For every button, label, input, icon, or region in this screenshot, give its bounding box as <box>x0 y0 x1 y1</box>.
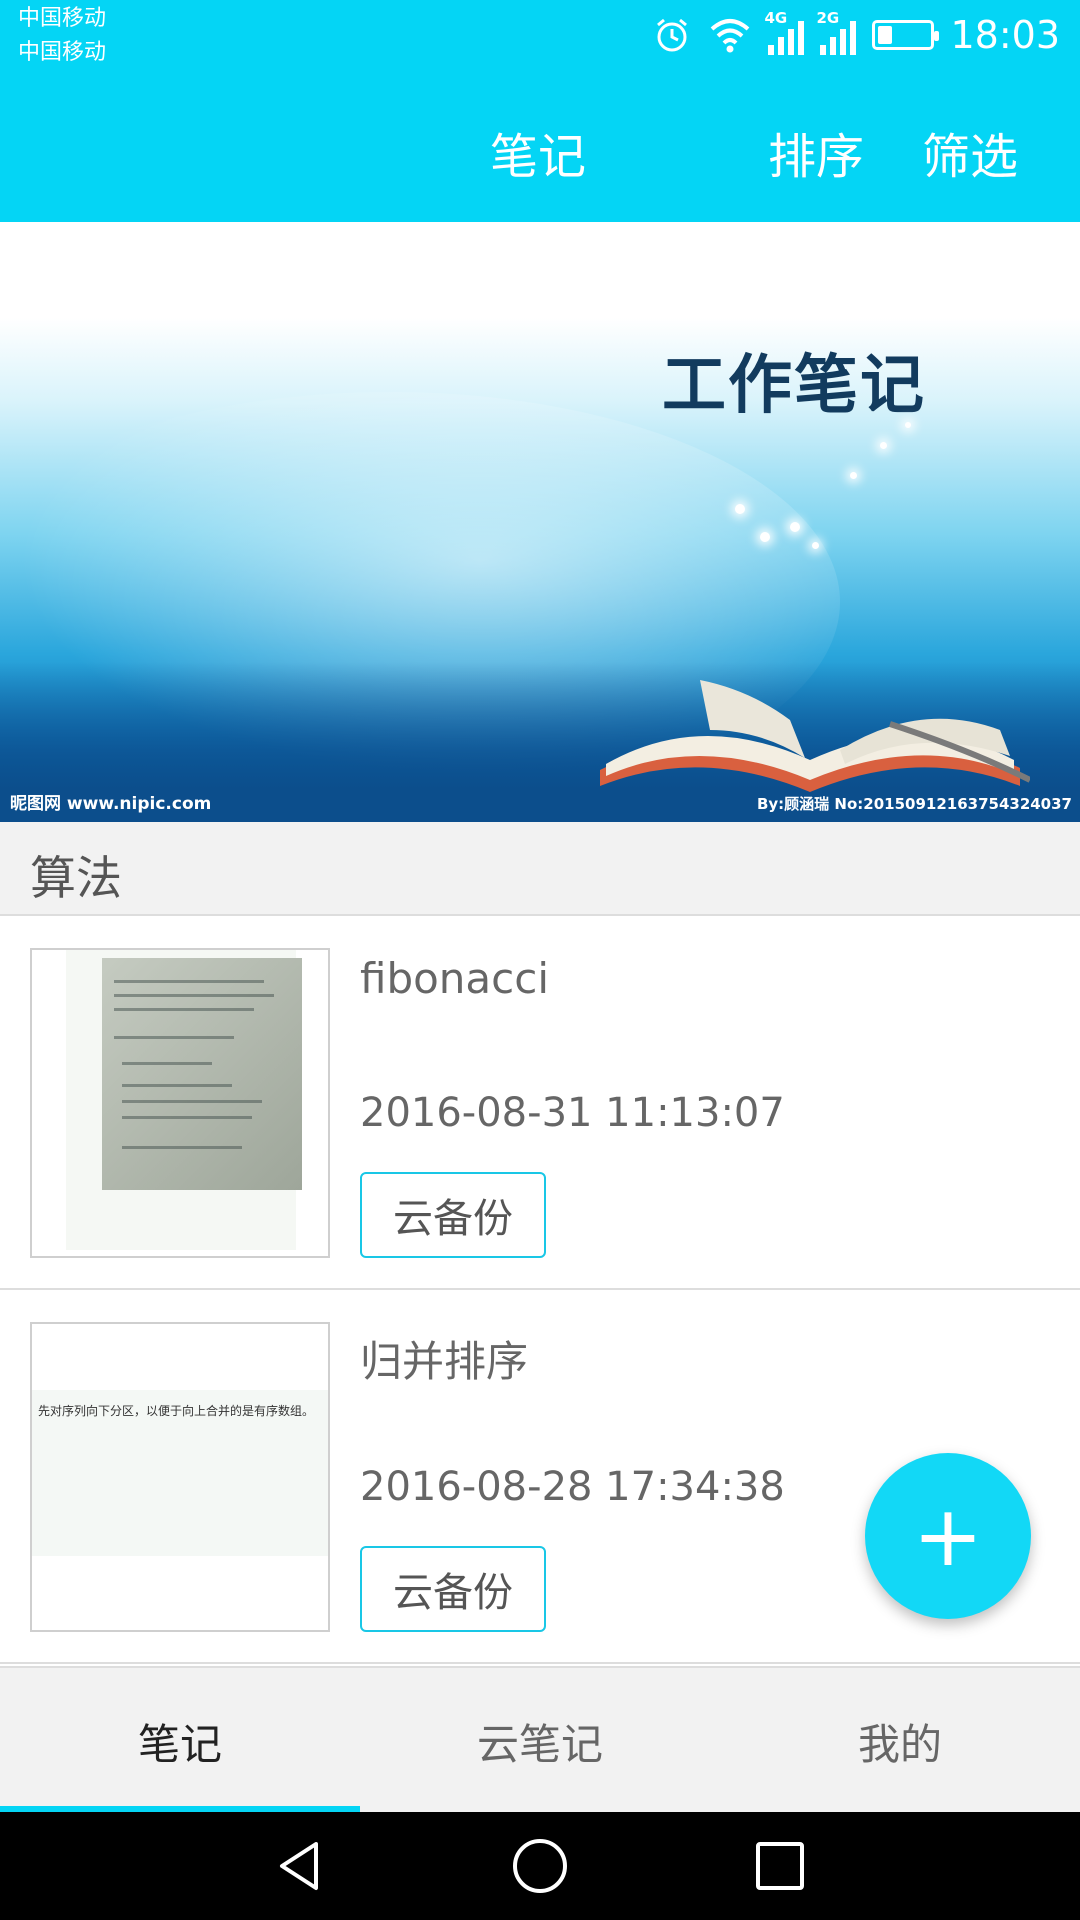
note-date: 2016-08-28 17:34:38 <box>360 1464 785 1510</box>
tab-cloud-notes[interactable]: 云笔记 <box>360 1668 720 1814</box>
note-thumbnail <box>30 948 330 1258</box>
alarm-icon <box>657 18 688 52</box>
home-icon[interactable] <box>510 1836 570 1896</box>
banner-watermark-left: 昵图网 www.nipic.com <box>10 794 212 814</box>
app-bar: 笔记 排序 筛选 <box>0 75 1080 222</box>
carrier-1: 中国移动 <box>18 6 107 31</box>
bottom-tab-bar: 笔记 云笔记 我的 <box>0 1666 1080 1812</box>
page-title: 笔记 <box>490 129 587 185</box>
network-type-1: 4G <box>764 9 788 27</box>
note-thumbnail: 先对序列向下分区，以便于向上合并的是有序数组。 <box>30 1322 330 1632</box>
sort-button[interactable]: 排序 <box>768 117 864 187</box>
note-date: 2016-08-31 11:13:07 <box>360 1090 785 1136</box>
cloud-backup-button[interactable]: 云备份 <box>360 1546 546 1632</box>
list-item[interactable]: fibonacci 2016-08-31 11:13:07 云备份 <box>0 918 1080 1290</box>
wifi-icon <box>711 19 750 53</box>
battery-icon <box>872 20 940 50</box>
thumbnail-text: 先对序列向下分区，以便于向上合并的是有序数组。 <box>38 1404 315 1418</box>
book-illustration <box>600 680 1030 792</box>
category-header: 算法 <box>0 822 1080 916</box>
recent-apps-icon[interactable] <box>750 1836 810 1896</box>
clock: 18:03 <box>950 13 1060 57</box>
system-nav-bar <box>0 1812 1080 1920</box>
banner-image: 工作笔记 昵图网 www.nipic.com By:顾涵瑞 No:2015091… <box>0 222 1080 822</box>
cloud-backup-button[interactable]: 云备份 <box>360 1172 546 1258</box>
status-icons: 4G 2G 18:03 <box>652 9 1060 60</box>
carrier-2: 中国移动 <box>18 40 107 65</box>
banner-title: 工作笔记 <box>662 349 926 423</box>
note-title: 归并排序 <box>360 1337 529 1386</box>
category-label: 算法 <box>30 851 122 905</box>
signal-4g-icon: 4G <box>764 9 805 55</box>
back-icon[interactable] <box>270 1836 330 1896</box>
banner-watermark-right: By:顾涵瑞 No:20150912163754324037 <box>756 795 1072 813</box>
tab-mine[interactable]: 我的 <box>720 1668 1080 1814</box>
network-type-2: 2G <box>816 9 840 27</box>
note-title: fibonacci <box>360 954 550 1003</box>
filter-button[interactable]: 筛选 <box>922 117 1018 187</box>
add-note-button[interactable]: + <box>865 1453 1031 1619</box>
signal-2g-icon: 2G <box>816 9 857 55</box>
status-bar: 中国移动 中国移动 4G 2G 18:03 <box>0 0 1080 75</box>
tab-notes[interactable]: 笔记 <box>0 1668 360 1814</box>
